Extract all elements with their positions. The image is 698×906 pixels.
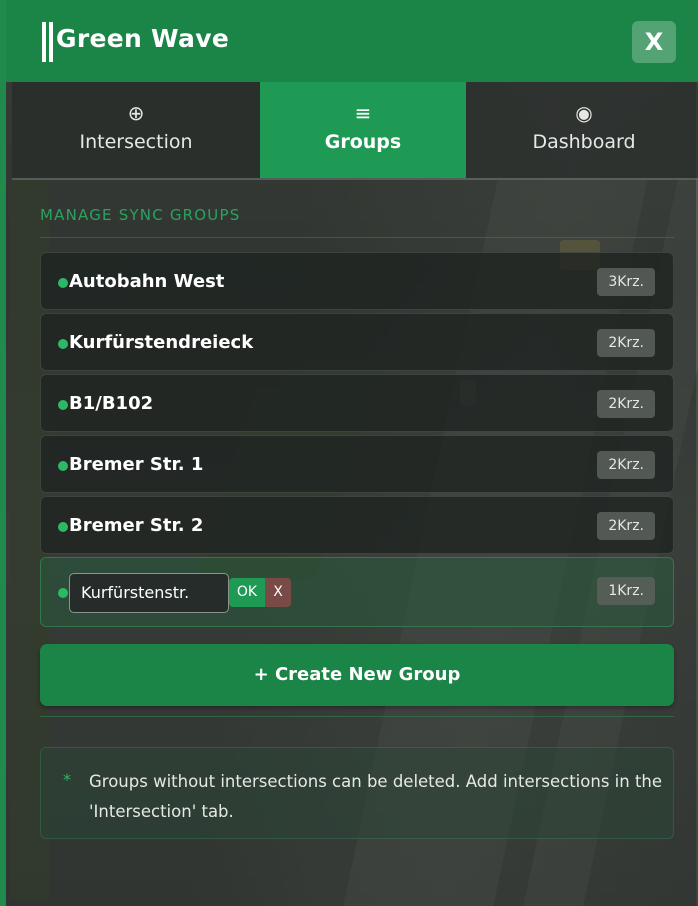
menu-lines-icon: ≡: [354, 101, 372, 125]
intersection-count-badge: 1Krz.: [597, 577, 655, 605]
group-row-editing: Kurfürstenstr. OK X 1Krz.: [40, 557, 674, 627]
intersection-count-badge: 2Krz.: [597, 390, 655, 418]
status-dot-icon: [58, 400, 68, 410]
intersection-count-badge: 2Krz.: [597, 329, 655, 357]
group-row[interactable]: Autobahn West 3Krz.: [40, 252, 674, 310]
tab-divider: [12, 178, 698, 180]
status-dot-icon: [58, 339, 68, 349]
group-name: Bremer Str. 2: [69, 515, 204, 536]
info-note: * Groups without intersections can be de…: [40, 747, 674, 839]
logo-bar-icon: [42, 22, 46, 62]
create-new-group-button[interactable]: + Create New Group: [40, 644, 674, 706]
group-row[interactable]: B1/B102 2Krz.: [40, 374, 674, 432]
panel-header: Green Wave X: [6, 0, 698, 82]
crosshair-plus-icon: ⊕: [127, 101, 145, 125]
tab-groups[interactable]: ≡ Groups: [260, 82, 466, 178]
note-text: Groups without intersections can be dele…: [89, 772, 663, 821]
status-dot-icon: [58, 588, 68, 598]
status-dot-icon: [58, 461, 68, 471]
group-row[interactable]: Bremer Str. 1 2Krz.: [40, 435, 674, 493]
confirm-rename-button[interactable]: OK: [229, 578, 265, 607]
tab-dashboard[interactable]: ◉ Dashboard: [466, 82, 698, 178]
window-title: Green Wave: [56, 24, 230, 53]
tab-label: Groups: [324, 131, 402, 153]
group-name: Kurfürstendreieck: [69, 332, 254, 353]
intersection-count-badge: 2Krz.: [597, 512, 655, 540]
cancel-rename-button[interactable]: X: [265, 578, 291, 607]
radio-dot-icon: ◉: [575, 101, 593, 125]
group-name: Autobahn West: [69, 271, 225, 292]
group-row[interactable]: Bremer Str. 2 2Krz.: [40, 496, 674, 554]
tab-label: Dashboard: [532, 131, 636, 153]
tab-bar: ⊕ Intersection ≡ Groups ◉ Dashboard: [12, 82, 698, 180]
section-title: MANAGE SYNC GROUPS: [40, 206, 241, 224]
intersection-count-badge: 2Krz.: [597, 451, 655, 479]
green-wave-panel: Green Wave X ⊕ Intersection ≡ Groups ◉ D…: [0, 0, 698, 906]
group-name: Bremer Str. 1: [69, 454, 204, 475]
intersection-count-badge: 3Krz.: [597, 268, 655, 296]
tab-label: Intersection: [79, 131, 193, 153]
status-dot-icon: [58, 278, 68, 288]
group-name-input[interactable]: Kurfürstenstr.: [69, 573, 229, 613]
logo-bar-icon: [49, 22, 53, 62]
section-divider: [40, 237, 674, 238]
group-name: B1/B102: [69, 393, 154, 414]
group-row[interactable]: Kurfürstendreieck 2Krz.: [40, 313, 674, 371]
status-dot-icon: [58, 522, 68, 532]
section-divider: [40, 716, 674, 717]
tab-intersection[interactable]: ⊕ Intersection: [12, 82, 260, 178]
close-button[interactable]: X: [632, 21, 676, 63]
asterisk-icon: *: [63, 770, 71, 789]
